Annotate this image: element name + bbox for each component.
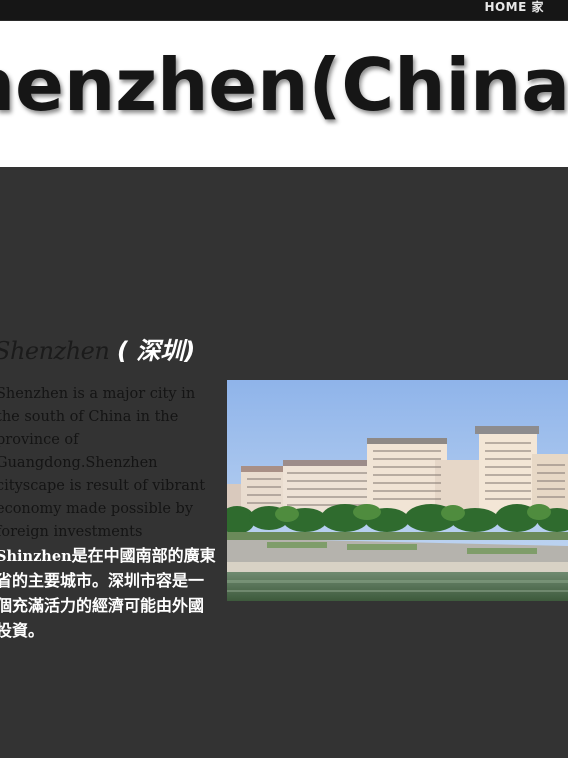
article-body: Shenzhen is a major city in the south of… (0, 383, 216, 644)
article-heading-cn: ( 深圳) (116, 337, 196, 365)
nav-home-link[interactable]: HOME 家 (484, 0, 544, 20)
apartment-buildings-image (227, 380, 568, 601)
article-heading-en: Shenzhen (0, 337, 110, 365)
page-banner: Shenzhen(China) 深圳 (0, 21, 568, 167)
city-photo (227, 380, 568, 601)
main-content: Shenzhen ( 深圳) Shenzhen is a major city … (0, 167, 568, 758)
top-nav-bar: HOME 家 (0, 0, 568, 21)
article-body-en: Shenzhen is a major city in the south of… (0, 386, 206, 540)
article-heading: Shenzhen ( 深圳) (0, 331, 195, 366)
site-title: Shenzhen(China) 深圳 (0, 43, 568, 127)
article-highlight-word: Shinzhen (0, 548, 72, 565)
